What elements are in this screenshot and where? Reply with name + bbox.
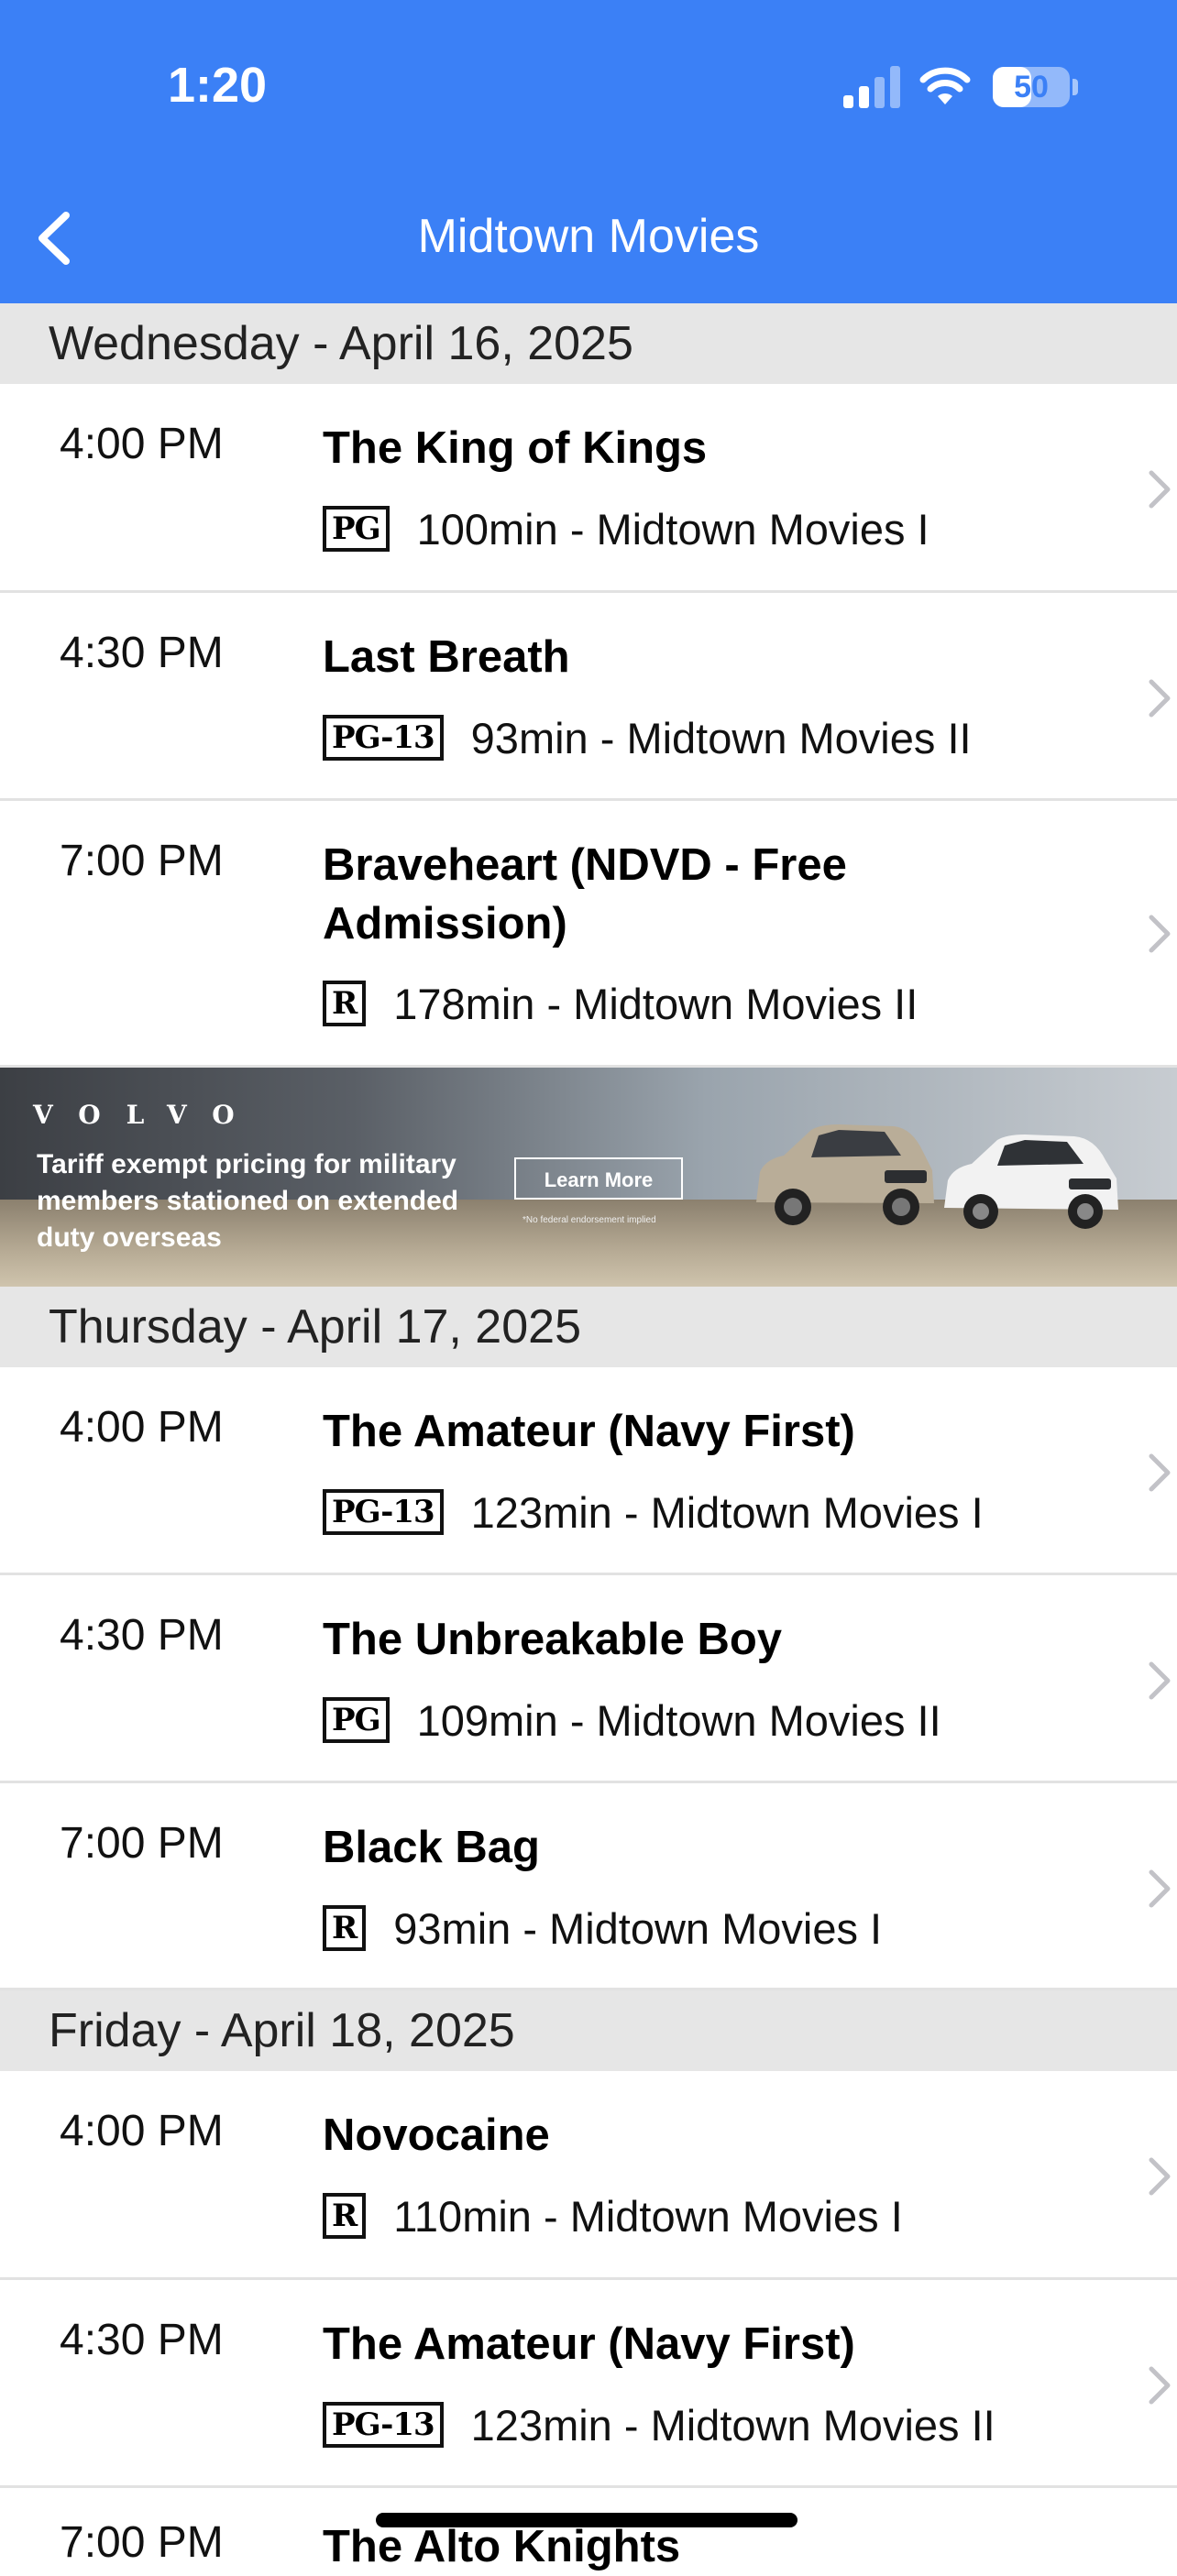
chevron-right-icon (1149, 2157, 1171, 2196)
movie-meta: PG-13 123min - Midtown Movies I (323, 1485, 984, 1540)
showtime: 4:00 PM (60, 420, 224, 468)
rating-badge: PG-13 (323, 1489, 444, 1535)
car-image (944, 1135, 1118, 1229)
movie-title: The King of Kings (323, 423, 708, 473)
movie-details: 178min - Midtown Movies II (393, 979, 918, 1028)
movie-title: Last Breath (323, 632, 570, 682)
movie-title: The Unbreakable Boy (323, 1615, 783, 1664)
page-title: Midtown Movies (417, 210, 760, 263)
showing-row[interactable]: 4:00 PM Novocaine R 110min - Midtown Mov… (0, 2071, 1177, 2280)
rating-badge: PG-13 (323, 2402, 444, 2448)
section-header-friday: Friday - April 18, 2025 (0, 1990, 1177, 2071)
movie-details: 109min - Midtown Movies II (416, 1695, 941, 1745)
movie-details: 110min - Midtown Movies I (393, 2191, 903, 2241)
ad-fine-print: *No federal endorsement implied (522, 1215, 656, 1225)
ad-text: Tariff exempt pricing for military membe… (37, 1149, 459, 1253)
ad-brand-logo: VOLVO (33, 1100, 260, 1130)
movie-meta: R 110min - Midtown Movies I (323, 2188, 903, 2243)
showtime: 7:00 PM (60, 2518, 224, 2567)
signal-icon (843, 66, 902, 108)
movie-title: The Amateur (Navy First) (323, 2319, 855, 2369)
showtime: 4:30 PM (60, 629, 224, 677)
showtime: 4:00 PM (60, 2107, 224, 2155)
movie-details: 100min - Midtown Movies I (416, 504, 930, 554)
movie-details: 93min - Midtown Movies II (470, 713, 972, 762)
rating-badge: PG (323, 506, 390, 552)
chevron-right-icon (1149, 1661, 1171, 1700)
movie-title: The Amateur (Navy First) (323, 1407, 855, 1456)
movie-details: 123min - Midtown Movies II (470, 2400, 996, 2450)
movie-meta: PG-13 93min - Midtown Movies II (323, 710, 972, 765)
showtime: 7:00 PM (60, 1819, 224, 1868)
movie-title: Black Bag (323, 1823, 540, 1872)
ad-learn-more-button[interactable]: Learn More (514, 1157, 683, 1200)
battery-level: 50 (1014, 70, 1049, 104)
section-header-wednesday: Wednesday - April 16, 2025 (0, 303, 1177, 384)
home-indicator[interactable] (376, 2513, 798, 2527)
movie-meta: R 178min - Midtown Movies II (323, 976, 918, 1031)
showing-row[interactable]: 7:00 PM Black Bag R 93min - Midtown Movi… (0, 1783, 1177, 1990)
showtime: 4:00 PM (60, 1403, 224, 1452)
showing-row[interactable]: 4:00 PM The Amateur (Navy First) PG-13 1… (0, 1367, 1177, 1575)
battery-icon: 50 (993, 67, 1070, 107)
showtime: 4:30 PM (60, 1611, 224, 1660)
app-header: 1:20 50 Midtown Movies (0, 0, 1177, 303)
car-image (756, 1124, 934, 1225)
section-date: Wednesday - April 16, 2025 (49, 317, 633, 370)
movie-meta: R 93min - Midtown Movies I (323, 1901, 882, 1956)
rating-badge: PG-13 (323, 715, 444, 761)
rating-badge: R (323, 2193, 367, 2239)
showing-row[interactable]: 4:30 PM The Amateur (Navy First) PG-13 1… (0, 2280, 1177, 2488)
movie-title: Braveheart (NDVD - Free Admission) (323, 840, 847, 948)
section-date: Thursday - April 17, 2025 (49, 1300, 581, 1354)
status-time: 1:20 (168, 58, 268, 113)
showing-row[interactable]: 7:00 PM Braveheart (NDVD - Free Admissio… (0, 801, 1177, 1068)
rating-badge: PG (323, 1697, 390, 1743)
rating-badge: R (323, 981, 367, 1026)
showtime: 7:00 PM (60, 837, 224, 885)
chevron-right-icon (1149, 679, 1171, 718)
movie-meta: PG 100min - Midtown Movies I (323, 501, 930, 556)
showing-row[interactable]: 4:00 PM The King of Kings PG 100min - Mi… (0, 384, 1177, 593)
chevron-right-icon (1149, 2366, 1171, 2405)
showtime: 4:30 PM (60, 2316, 224, 2364)
wifi-icon (919, 67, 971, 104)
battery-nub (1072, 79, 1078, 95)
movie-meta: PG 109min - Midtown Movies II (323, 1693, 941, 1748)
movie-title: Novocaine (323, 2110, 550, 2160)
chevron-right-icon (1149, 1869, 1171, 1908)
showing-row[interactable]: 4:30 PM The Unbreakable Boy PG 109min - … (0, 1575, 1177, 1783)
chevron-right-icon (1149, 470, 1171, 509)
chevron-right-icon (1149, 1453, 1171, 1492)
movie-meta: PG-13 123min - Midtown Movies II (323, 2397, 996, 2452)
ad-banner[interactable]: VOLVO Tariff exempt pricing for military… (0, 1068, 1177, 1287)
rating-badge: R (323, 1905, 367, 1951)
movie-details: 123min - Midtown Movies I (470, 1487, 984, 1537)
movie-details: 93min - Midtown Movies I (393, 1903, 883, 1953)
section-date: Friday - April 18, 2025 (49, 2004, 515, 2057)
chevron-right-icon (1149, 915, 1171, 953)
showing-row[interactable]: 4:30 PM Last Breath PG-13 93min - Midtow… (0, 593, 1177, 801)
section-header-thursday: Thursday - April 17, 2025 (0, 1287, 1177, 1367)
